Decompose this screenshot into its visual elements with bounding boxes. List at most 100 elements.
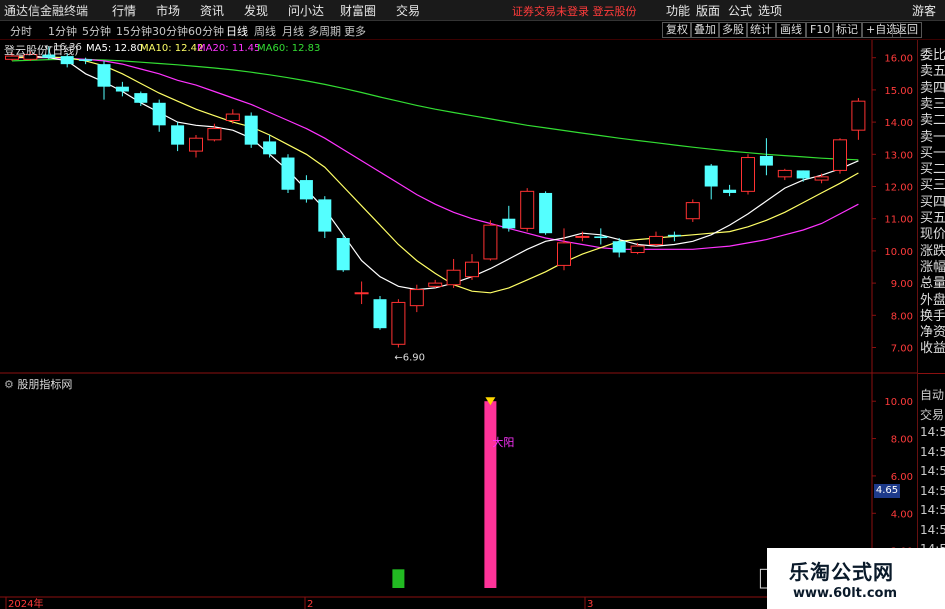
candle bbox=[299, 175, 313, 203]
signal-bar bbox=[392, 569, 405, 588]
btn-fuquan[interactable]: 复权 bbox=[662, 22, 692, 38]
tf-30min[interactable]: 30分钟 bbox=[152, 23, 188, 39]
title-bar: 通达信金融终端 行情 市场 资讯 发现 问小达 财富圈 交易 证券交易未登录 登… bbox=[0, 0, 945, 21]
x-axis-label: 2 bbox=[307, 599, 313, 609]
candle bbox=[833, 138, 847, 174]
current-value-badge: 4.65 bbox=[874, 484, 900, 498]
btn-biaoji[interactable]: 标记 bbox=[832, 22, 862, 38]
tf-daily[interactable]: 日线 bbox=[226, 23, 248, 39]
main-chart-title: 登云股份(日线) bbox=[4, 42, 79, 58]
candle-body bbox=[244, 115, 258, 145]
tf-5min[interactable]: 5分钟 bbox=[82, 23, 111, 39]
gear-icon[interactable]: ⚙ bbox=[4, 378, 14, 391]
candle-body bbox=[539, 192, 553, 234]
tf-weekly[interactable]: 周线 bbox=[254, 23, 276, 39]
panel-divider bbox=[918, 373, 945, 374]
menu-item-zixun[interactable]: 资讯 bbox=[200, 2, 224, 19]
btn-diejia[interactable]: 叠加 bbox=[690, 22, 720, 38]
candle-body bbox=[630, 245, 645, 254]
low-price-label: ←6.90 bbox=[394, 353, 425, 364]
ma20-line bbox=[12, 57, 859, 250]
candle-body bbox=[225, 113, 240, 121]
indicator-name: 股朋指标网 bbox=[17, 378, 73, 391]
candle-body bbox=[851, 100, 866, 131]
sub-chart-title: ⚙ 股朋指标网 bbox=[4, 376, 72, 392]
y-tick-label: 11.00 bbox=[884, 215, 913, 226]
menu-item-jiaoyi[interactable]: 交易 bbox=[396, 2, 420, 19]
menu-item-hangqing[interactable]: 行情 bbox=[112, 2, 136, 19]
candle-body bbox=[446, 269, 461, 286]
menu-item-xuanxiang[interactable]: 选项 bbox=[758, 2, 782, 19]
trade-time-label: 14:56 bbox=[920, 483, 945, 498]
ma60-line bbox=[11, 58, 859, 161]
quote-field-label: 收益 bbox=[920, 341, 945, 357]
btn-f10[interactable]: F10 bbox=[806, 22, 835, 38]
trade-time-label[interactable]: 交易 bbox=[920, 406, 944, 423]
menu-item-faxian[interactable]: 发现 bbox=[244, 2, 268, 19]
candle-body bbox=[685, 202, 700, 220]
candle-body bbox=[373, 299, 387, 329]
app-title: 通达信金融终端 bbox=[4, 4, 89, 18]
site-watermark: 乐淘公式网 www.60lt.com bbox=[767, 548, 945, 609]
y-tick-label: 10.00 bbox=[884, 247, 913, 258]
candle bbox=[483, 220, 498, 261]
candle-body bbox=[741, 157, 755, 192]
menu-item-caifuquan[interactable]: 财富圈 bbox=[340, 2, 376, 19]
sub-y-tick-label: 10.00 bbox=[884, 397, 913, 408]
candle bbox=[649, 231, 663, 247]
candle-body bbox=[428, 282, 443, 287]
candle-body bbox=[97, 64, 111, 87]
candle-body bbox=[465, 261, 479, 278]
tf-monthly[interactable]: 月线 bbox=[282, 23, 304, 39]
candle-body bbox=[704, 165, 718, 187]
candle bbox=[225, 109, 240, 124]
menu-item-shichang[interactable]: 市场 bbox=[156, 2, 180, 19]
guest-label[interactable]: 游客 bbox=[912, 2, 936, 19]
x-axis-label: 2024年 bbox=[8, 597, 43, 609]
candle-body bbox=[336, 238, 350, 271]
candle-body bbox=[134, 93, 148, 103]
tf-60min[interactable]: 60分钟 bbox=[188, 23, 224, 39]
tf-fenshi[interactable]: 分时 bbox=[10, 23, 32, 39]
signal-text: 大阳 bbox=[492, 435, 514, 449]
stock-title: 登云股份(日线) bbox=[4, 44, 79, 57]
menu-item-wenxiaoda[interactable]: 问小达 bbox=[288, 2, 324, 19]
btn-tongji[interactable]: 统计 bbox=[746, 22, 776, 38]
menu-item-banmian[interactable]: 版面 bbox=[696, 2, 720, 19]
y-tick-label: 13.00 bbox=[884, 150, 913, 161]
trade-time-label[interactable]: 自动 bbox=[920, 386, 944, 403]
btn-duogu[interactable]: 多股 bbox=[718, 22, 748, 38]
ma5-line bbox=[11, 55, 859, 291]
x-axis-label: 3 bbox=[587, 599, 593, 609]
candle-body bbox=[777, 169, 792, 178]
candle bbox=[152, 99, 166, 132]
menu-item-gongshi[interactable]: 公式 bbox=[728, 2, 752, 19]
candle bbox=[336, 234, 350, 272]
kline-chart[interactable]: 16.00 15.00 14.00 13.00 12.00 11.00 10.00 9.00 8… bbox=[0, 40, 917, 609]
candle-body bbox=[189, 137, 203, 152]
login-status[interactable]: 证券交易未登录 登云股份 bbox=[512, 3, 637, 19]
candle-body bbox=[833, 139, 847, 171]
candle bbox=[244, 112, 258, 148]
y-tick-label: 7.00 bbox=[891, 344, 913, 355]
quote-panel: 委比 卖五 卖四 卖三 卖二 卖一 买一 买二 买三 买四 买五 现价 涨跌 涨幅 总量 外盘 换手 净资 收益 自动… bbox=[917, 40, 945, 609]
candle bbox=[281, 154, 295, 193]
tf-more[interactable]: 更多 bbox=[344, 23, 366, 39]
candle bbox=[354, 281, 369, 305]
ma60-label: MA60: 12.83 bbox=[257, 43, 321, 54]
btn-fanhui[interactable]: 返回 bbox=[892, 22, 922, 38]
menu-item-gongneng[interactable]: 功能 bbox=[666, 2, 690, 19]
tf-multi[interactable]: 多周期 bbox=[308, 23, 341, 39]
tf-1min[interactable]: 1分钟 bbox=[48, 23, 77, 39]
candle bbox=[777, 168, 792, 181]
ma10-line bbox=[11, 56, 859, 294]
trade-time-label: 14:56 bbox=[920, 464, 945, 478]
candle bbox=[557, 228, 571, 271]
candle-body bbox=[152, 102, 166, 126]
candle-body bbox=[814, 176, 829, 181]
candle-body bbox=[263, 141, 277, 155]
tf-15min[interactable]: 15分钟 bbox=[116, 23, 152, 39]
candle bbox=[97, 60, 111, 100]
btn-huaxian[interactable]: 画线 bbox=[776, 22, 806, 38]
candle-body bbox=[667, 234, 681, 237]
